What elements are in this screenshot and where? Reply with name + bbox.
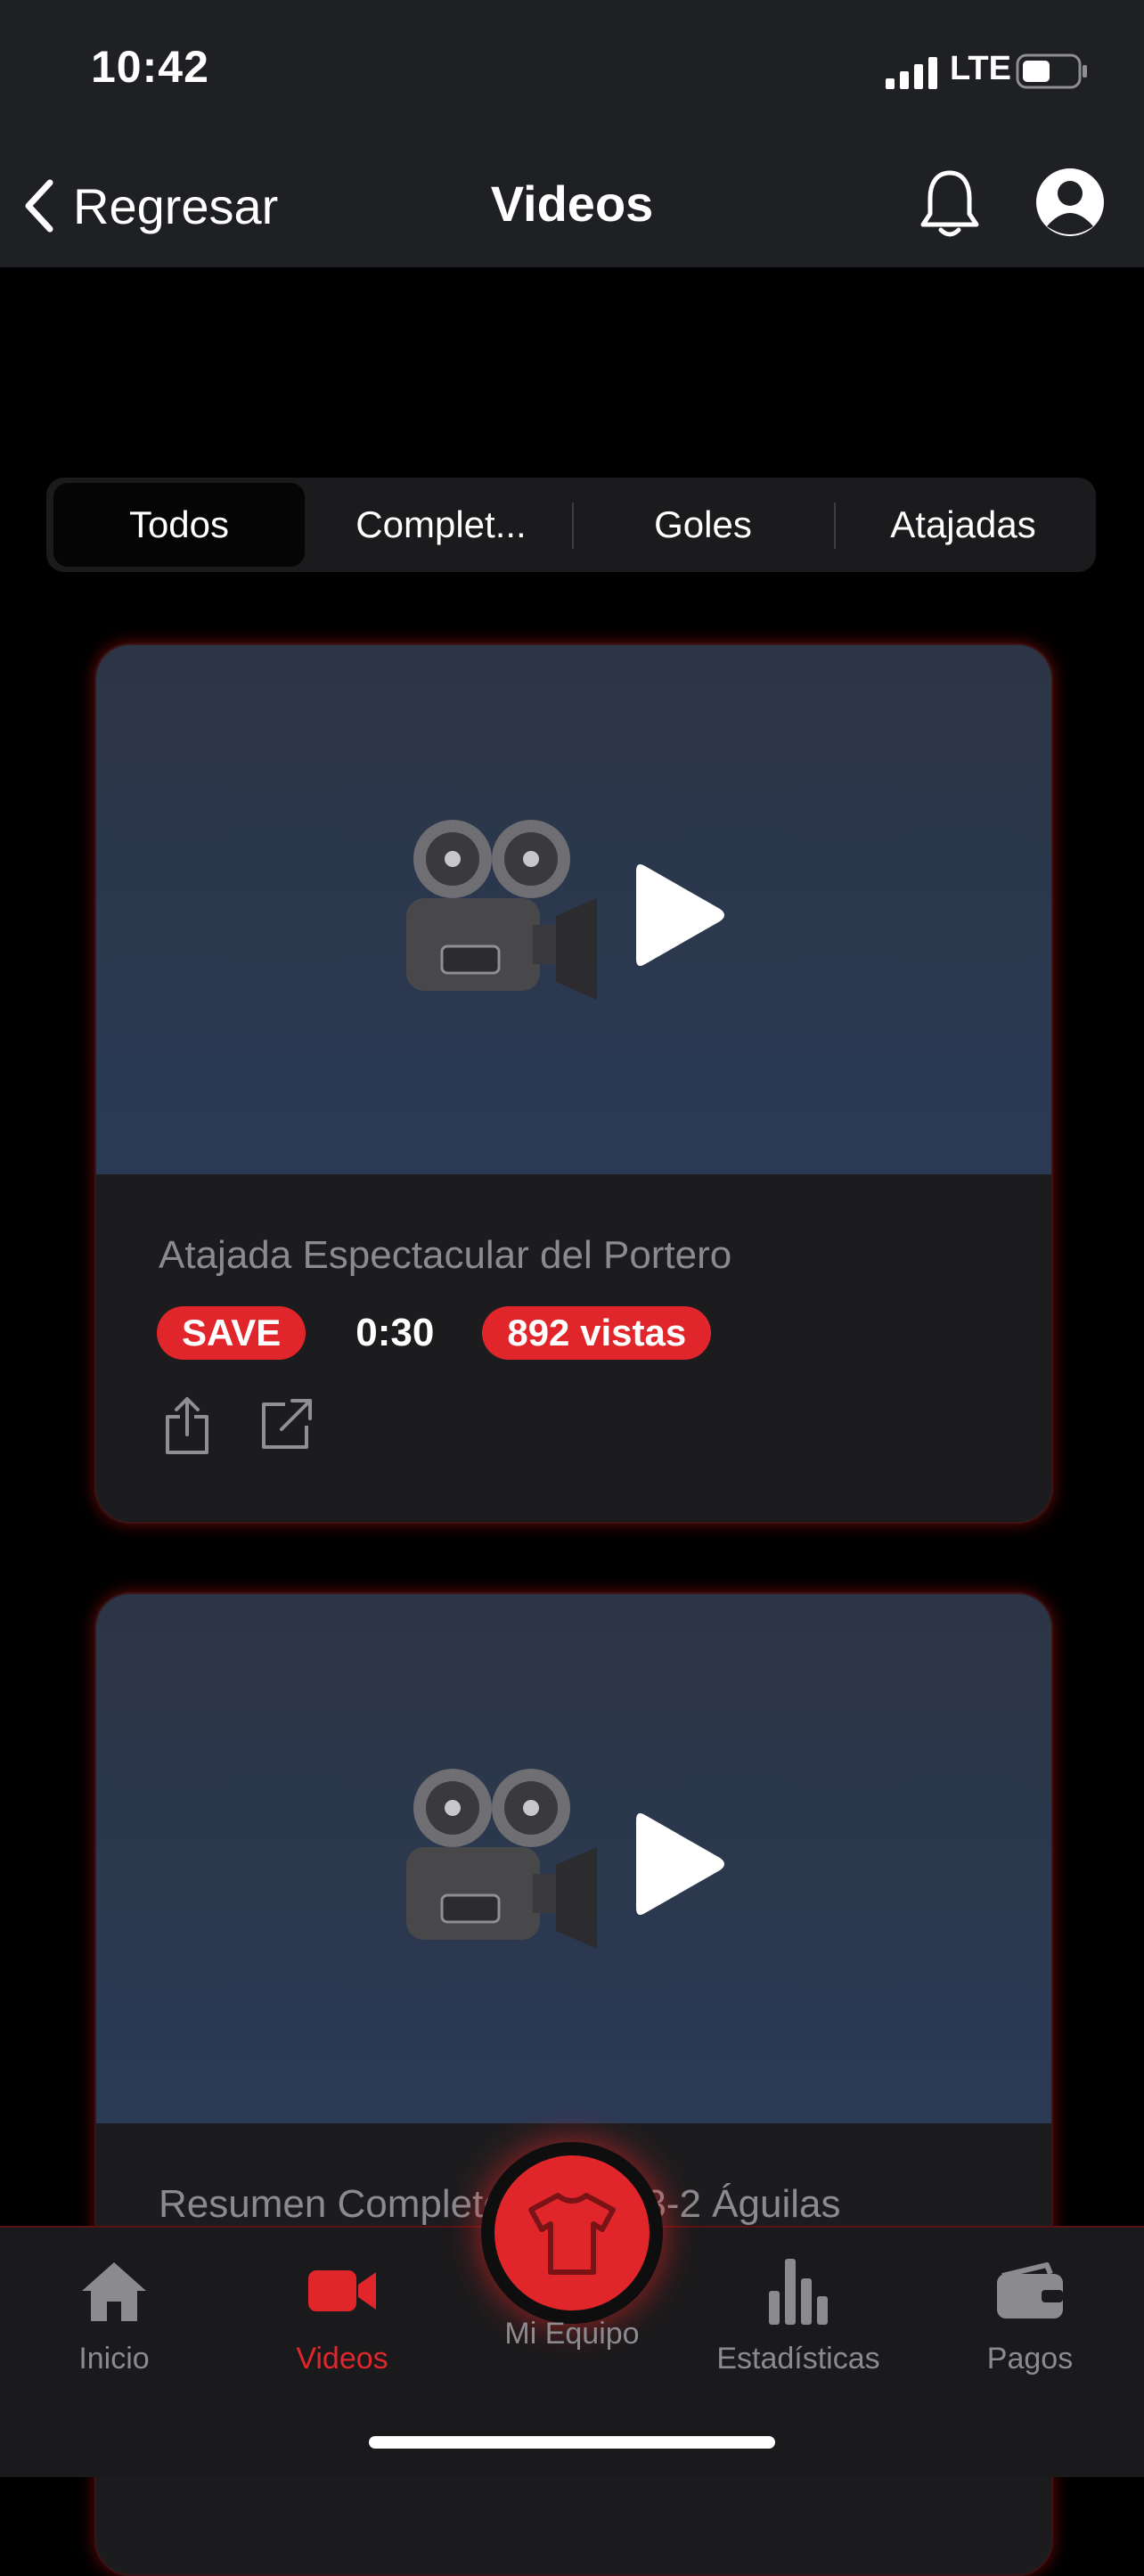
- video-thumbnail[interactable]: [96, 1594, 1051, 2123]
- tab-estadisticas[interactable]: Estadísticas: [691, 2253, 905, 2376]
- mi-equipo-button-inner: [494, 2155, 650, 2310]
- movie-camera-icon: [406, 820, 597, 1000]
- network-type: LTE: [950, 50, 1011, 87]
- bell-icon[interactable]: [918, 168, 982, 241]
- tab-inicio[interactable]: Inicio: [7, 2253, 221, 2376]
- tab-label: Estadísticas: [716, 2342, 880, 2376]
- home-indicator: [369, 2436, 775, 2449]
- home-icon: [82, 2262, 146, 2321]
- bar-chart-icon: [769, 2259, 828, 2325]
- status-time: 10:42: [91, 42, 209, 92]
- tab-label: Mi Equipo: [504, 2317, 640, 2351]
- video-thumbnail[interactable]: [96, 645, 1051, 1174]
- profile-icon[interactable]: [1034, 166, 1107, 239]
- tab-pagos[interactable]: Pagos: [923, 2253, 1137, 2376]
- video-camera-icon: [308, 2270, 376, 2311]
- navigation-bar: Regresar Videos: [0, 143, 1144, 267]
- tab-label: Inicio: [78, 2342, 150, 2376]
- filter-segmented-control: Todos Complet... Goles Atajadas: [46, 478, 1096, 572]
- status-bar: 10:42 LTE: [0, 0, 1144, 143]
- segment-todos[interactable]: Todos: [53, 483, 305, 567]
- segment-goles[interactable]: Goles: [574, 483, 832, 567]
- share-icon[interactable]: [160, 1395, 214, 1456]
- open-external-icon[interactable]: [258, 1395, 315, 1452]
- tab-videos[interactable]: Videos: [235, 2253, 449, 2376]
- video-meta: SAVE 0:30 892 vistas: [157, 1306, 712, 1360]
- video-title: Atajada Espectacular del Portero: [159, 1233, 732, 1277]
- type-badge: SAVE: [157, 1306, 306, 1360]
- play-icon[interactable]: [631, 1808, 729, 1920]
- segment-atajadas[interactable]: Atajadas: [836, 483, 1091, 567]
- segment-completos[interactable]: Complet...: [312, 483, 570, 567]
- cellular-signal-icon: [886, 57, 937, 89]
- tab-label: Pagos: [986, 2342, 1074, 2376]
- wallet-icon: [997, 2262, 1063, 2318]
- jersey-icon: [528, 2193, 616, 2275]
- tab-label: Videos: [296, 2342, 388, 2376]
- views-badge: 892 vistas: [482, 1306, 712, 1360]
- movie-camera-icon: [406, 1769, 597, 1949]
- video-duration: 0:30: [355, 1311, 435, 1354]
- battery-icon: [1016, 53, 1087, 89]
- mi-equipo-button[interactable]: [481, 2142, 663, 2324]
- play-icon[interactable]: [631, 859, 729, 971]
- video-card[interactable]: Atajada Espectacular del Portero SAVE 0:…: [94, 643, 1053, 1524]
- video-actions: [160, 1395, 315, 1456]
